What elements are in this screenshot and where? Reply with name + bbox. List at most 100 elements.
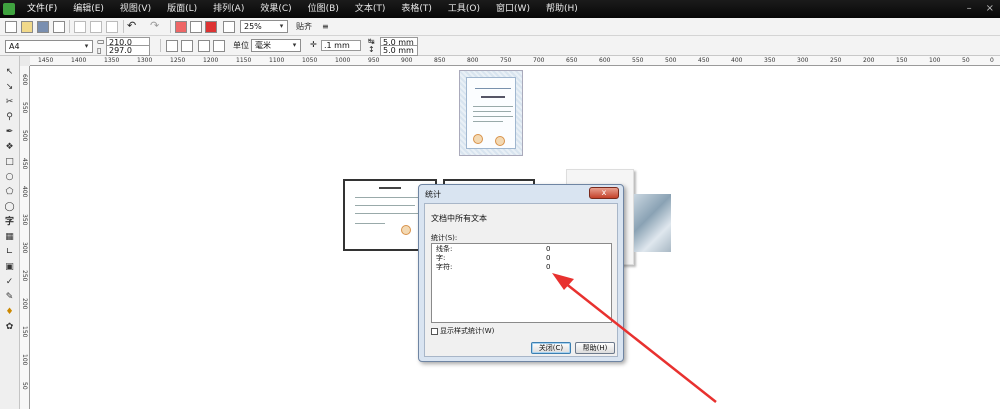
rectangle-tool-icon[interactable]: □	[3, 156, 16, 168]
smart-fill-icon[interactable]: ❖	[3, 141, 16, 153]
close-button[interactable]: 关闭(C)	[531, 342, 571, 354]
ruler-label: 250	[21, 270, 28, 282]
ruler-label: 850	[434, 57, 446, 64]
new-document-icon[interactable]	[5, 21, 17, 33]
menu-bar: 文件(F) 编辑(E) 视图(V) 版面(L) 排列(A) 效果(C) 位图(B…	[19, 0, 586, 18]
nudge-icon: ✛	[310, 40, 317, 49]
ruler-origin[interactable]	[20, 56, 30, 66]
fill-bucket-icon[interactable]: ♦	[3, 306, 16, 318]
show-styles-checkbox[interactable]	[431, 327, 438, 335]
standard-toolbar: ↶ ↷ 25% ▾ 贴齐 ≡	[0, 18, 1000, 36]
show-styles-option[interactable]: 显示样式统计(W)	[431, 326, 494, 336]
ruler-label: 600	[599, 57, 611, 64]
ruler-label: 1200	[203, 57, 219, 64]
outline-pen-icon[interactable]: ✎	[3, 291, 16, 303]
nudge-distance-field[interactable]: .1 mm	[321, 40, 361, 51]
zoom-value: 25%	[244, 22, 262, 31]
snap-to-dropdown[interactable]: 贴齐	[296, 21, 312, 33]
shape-tool-icon[interactable]: ↘	[3, 81, 16, 93]
ruler-label: 700	[533, 57, 545, 64]
cut-icon[interactable]	[74, 21, 86, 33]
smart-drawing-icon[interactable]: ✿	[3, 321, 16, 333]
chevron-down-icon: ▾	[84, 42, 89, 50]
stats-list[interactable]: 线条: 0 字: 0 字符: 0	[431, 243, 612, 323]
menu-tools[interactable]: 工具(O)	[440, 0, 488, 18]
ruler-label: 350	[764, 57, 776, 64]
page-height-field[interactable]: 297.0 mm	[106, 45, 150, 64]
ruler-label: 500	[21, 130, 28, 142]
duplicate-y-icon: ↕	[368, 45, 375, 54]
application-launcher-icon[interactable]	[205, 21, 217, 33]
horizontal-ruler[interactable]: 1450 1400 1350 1300 1250 1200 1150 1100 …	[20, 56, 1000, 66]
paste-icon[interactable]	[106, 21, 118, 33]
menu-view[interactable]: 视图(V)	[112, 0, 159, 18]
certificate-inner	[466, 77, 516, 149]
ruler-label: 150	[896, 57, 908, 64]
polygon-tool-icon[interactable]: ⬠	[3, 186, 16, 198]
toolbox: ↖ ↘ ✂ ⚲ ✒ ❖ □ ○ ⬠ ◯ 字 ▦ ∟ ▣ ✓ ✎ ♦ ✿	[0, 56, 20, 409]
ellipse-tool-icon[interactable]: ○	[3, 171, 16, 183]
zoom-select[interactable]: 25% ▾	[240, 20, 288, 33]
stat-value: 0	[546, 263, 551, 271]
unit-select[interactable]: 毫米 ▾	[251, 39, 301, 52]
copy-icon[interactable]	[90, 21, 102, 33]
basic-shapes-icon[interactable]: ◯	[3, 201, 16, 213]
stat-row-words: 字: 0	[436, 254, 606, 263]
save-icon[interactable]	[37, 21, 49, 33]
chevron-down-icon: ▾	[292, 41, 297, 49]
vertical-ruler[interactable]: 600 550 500 450 400 350 300 250 200 150 …	[20, 66, 30, 409]
portrait-icon[interactable]	[166, 40, 178, 52]
ruler-label: 800	[467, 57, 479, 64]
menu-window[interactable]: 窗口(W)	[488, 0, 538, 18]
menu-table[interactable]: 表格(T)	[393, 0, 440, 18]
close-window-icon[interactable]: ×	[986, 3, 994, 14]
open-folder-icon[interactable]	[21, 21, 33, 33]
text-tool-icon[interactable]: 字	[3, 216, 16, 228]
ruler-label: 400	[731, 57, 743, 64]
redo-icon[interactable]: ↷	[150, 20, 159, 32]
menu-bitmaps[interactable]: 位图(B)	[300, 0, 347, 18]
ruler-label: 0	[990, 57, 994, 64]
dialog-title: 统计	[425, 190, 441, 199]
ruler-label: 950	[368, 57, 380, 64]
welcome-screen-icon[interactable]	[223, 21, 235, 33]
menu-effects[interactable]: 效果(C)	[252, 0, 299, 18]
export-icon[interactable]	[190, 21, 202, 33]
import-icon[interactable]	[175, 21, 187, 33]
landscape-icon[interactable]	[181, 40, 193, 52]
ruler-label: 550	[21, 102, 28, 114]
options-icon[interactable]: ≡	[322, 21, 329, 33]
freehand-tool-icon[interactable]: ✒	[3, 126, 16, 138]
menu-arrange[interactable]: 排列(A)	[205, 0, 252, 18]
medal-icon	[473, 134, 483, 144]
certificate-vertical[interactable]	[459, 70, 523, 156]
print-icon[interactable]	[53, 21, 65, 33]
menu-text[interactable]: 文本(T)	[347, 0, 394, 18]
eyedropper-icon[interactable]: ✓	[3, 276, 16, 288]
zoom-tool-icon[interactable]: ⚲	[3, 111, 16, 123]
title-bar: 文件(F) 编辑(E) 视图(V) 版面(L) 排列(A) 效果(C) 位图(B…	[0, 0, 1000, 18]
interactive-fill-icon[interactable]: ▣	[3, 261, 16, 273]
duplicate-y-field[interactable]: 5.0 mm	[380, 45, 418, 56]
dialog-close-icon[interactable]: x	[589, 187, 619, 199]
current-page-icon[interactable]	[213, 40, 225, 52]
photo-image[interactable]	[634, 194, 671, 252]
table-tool-icon[interactable]: ▦	[3, 231, 16, 243]
menu-file[interactable]: 文件(F)	[19, 0, 65, 18]
dimension-tool-icon[interactable]: ∟	[3, 246, 16, 258]
help-button[interactable]: 帮助(H)	[575, 342, 615, 354]
menu-help[interactable]: 帮助(H)	[538, 0, 586, 18]
crop-tool-icon[interactable]: ✂	[3, 96, 16, 108]
ruler-label: 200	[21, 298, 28, 310]
all-pages-icon[interactable]	[198, 40, 210, 52]
pick-tool-icon[interactable]: ↖	[3, 66, 16, 78]
menu-layout[interactable]: 版面(L)	[159, 0, 205, 18]
app-logo-icon	[3, 3, 15, 15]
stat-label: 线条:	[436, 245, 453, 253]
stat-value: 0	[546, 245, 551, 253]
minimize-icon[interactable]: –	[967, 3, 972, 14]
ruler-label: 1350	[104, 57, 120, 64]
page-size-select[interactable]: A4 ▾	[5, 40, 93, 53]
undo-icon[interactable]: ↶	[127, 20, 136, 32]
menu-edit[interactable]: 编辑(E)	[65, 0, 112, 18]
